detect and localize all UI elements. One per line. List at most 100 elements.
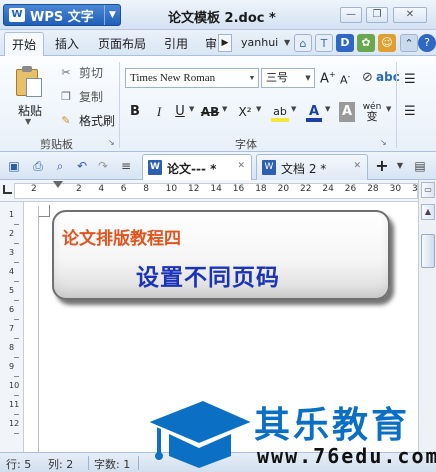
chevron-down-icon[interactable]: ▼ (104, 5, 120, 25)
vertical-ruler-tick (14, 243, 19, 244)
tab-list-icon[interactable]: ▤ (412, 158, 428, 174)
skin-icon[interactable]: ⌂ (294, 34, 312, 52)
document-title: 论文模板 2.doc * (168, 11, 276, 26)
indent-marker-icon[interactable] (53, 181, 63, 188)
vertical-ruler-number: 8 (9, 343, 15, 352)
underline-button[interactable]: U (173, 102, 187, 122)
print-icon[interactable]: ⎙ (30, 158, 46, 174)
print-preview-icon[interactable]: ⌕ (52, 158, 68, 174)
help-icon[interactable]: ? (418, 34, 436, 52)
ruler-number: 22 (300, 184, 312, 194)
copy-button[interactable]: ❐ 复制 (58, 88, 103, 105)
font-group-label: 字体 (235, 138, 257, 151)
chevron-down-icon[interactable]: ▼ (25, 117, 31, 126)
vertical-ruler-tick (14, 262, 19, 263)
watermark-brand-name: 其乐教育 (254, 405, 411, 446)
vertical-ruler-number: 2 (9, 229, 15, 238)
ruler-number: 30 (389, 184, 402, 194)
undo-icon[interactable]: ↶ (74, 158, 90, 174)
forum-icon[interactable]: ✿ (357, 34, 375, 52)
font-name-select[interactable]: Times New Roman ▼ (125, 68, 259, 88)
tab-review[interactable]: 审 (205, 35, 217, 52)
format-painter-button[interactable]: ✎ 格式刷 (58, 112, 115, 129)
minimize-ribbon-icon[interactable]: ⌃ (400, 34, 418, 52)
chevron-down-icon[interactable]: ▼ (284, 38, 290, 47)
close-button[interactable]: ✕ (393, 7, 427, 23)
tab-home[interactable]: 开始 (4, 32, 45, 56)
wps-app-menu-label: WPS 文字 (30, 9, 94, 25)
chevron-down-icon[interactable]: ▼ (302, 69, 314, 87)
paste-icon[interactable] (14, 66, 44, 98)
redo-icon[interactable]: ↷ (95, 158, 111, 174)
doc-tab-document2[interactable]: W 文档 2 * ✕ (256, 154, 368, 180)
chevron-down-icon[interactable]: ▼ (392, 158, 408, 174)
bold-button[interactable]: B (128, 102, 142, 122)
wps-app-menu-button[interactable]: W WPS 文字 ▼ (3, 4, 121, 26)
docer-icon[interactable]: D (336, 34, 354, 52)
doc-tab-thesis[interactable]: W 论文--- * ✕ (142, 154, 252, 180)
tab-references[interactable]: 引用 (164, 35, 188, 52)
grow-font-icon[interactable]: A+ (320, 70, 336, 86)
tab-stop-selector-icon[interactable] (3, 185, 12, 194)
vertical-ruler-number: 1 (9, 210, 15, 219)
word-doc-icon: W (148, 160, 162, 175)
format-painter-label: 格式刷 (79, 114, 116, 128)
ruler-number: 10 (165, 184, 178, 194)
minimize-button[interactable]: — (340, 7, 362, 23)
vertical-ruler-number: 9 (9, 362, 15, 371)
page-margin-line (38, 206, 39, 452)
save-icon[interactable]: ▣ (6, 158, 22, 174)
shrink-font-icon[interactable]: A- (340, 72, 350, 87)
character-shading-button[interactable]: A (339, 102, 355, 122)
vertical-scrollbar[interactable]: ▭ ▲ (418, 180, 436, 452)
tab-page-layout[interactable]: 页面布局 (98, 35, 146, 52)
ruler-number: 14 (210, 184, 222, 194)
restore-button[interactable]: ❐ (366, 7, 388, 23)
dialog-launcher-icon[interactable]: ↘ (380, 138, 387, 147)
align-left-icon[interactable]: ☰ (404, 104, 416, 119)
clipboard-group-label: 剪贴板 (40, 138, 73, 151)
scroll-up-icon[interactable]: ▲ (421, 204, 435, 220)
chevron-down-icon[interactable]: ▼ (189, 105, 194, 113)
tab-insert[interactable]: 插入 (55, 35, 79, 52)
vertical-ruler-tick (14, 376, 19, 377)
customize-toolbar-icon[interactable]: ≡ (118, 158, 134, 174)
dialog-launcher-icon[interactable]: ↘ (108, 138, 115, 147)
close-icon[interactable]: ✕ (353, 161, 361, 171)
font-color-button[interactable]: A (306, 102, 322, 122)
user-center-icon[interactable]: ☺ (378, 34, 396, 52)
vertical-ruler-number: 5 (9, 286, 15, 295)
italic-button[interactable]: I (152, 102, 166, 122)
superscript-button[interactable]: X² (236, 102, 254, 122)
scissors-icon: ✂ (61, 65, 71, 79)
horizontal-ruler[interactable]: 22468101214161820222426283032 (0, 180, 436, 202)
new-tab-icon[interactable]: + (374, 158, 390, 174)
chevron-down-icon[interactable]: ▼ (291, 105, 296, 113)
chevron-down-icon[interactable]: ▼ (325, 105, 330, 113)
vertical-ruler-tick (14, 319, 19, 320)
strikethrough-button[interactable]: AB (200, 102, 220, 122)
bullets-icon[interactable]: ☰ (404, 72, 416, 87)
shirt-icon[interactable]: T (315, 34, 333, 52)
username-label[interactable]: yanhui (241, 36, 278, 49)
doc-tab-label: 论文--- * (167, 162, 217, 176)
phonetic-guide-button[interactable]: wén 变 (360, 102, 384, 122)
chevron-down-icon[interactable]: ▼ (222, 105, 227, 113)
copy-icon: ❐ (61, 89, 71, 103)
ruler-number: 16 (232, 184, 245, 194)
chevron-down-icon[interactable]: ▼ (256, 105, 261, 113)
split-view-icon[interactable]: ▭ (421, 182, 435, 198)
cut-button[interactable]: ✂ 剪切 (58, 64, 103, 81)
clear-format-icon[interactable]: ⊘ (362, 70, 373, 85)
callout-subtitle: 论文排版教程四 (62, 229, 181, 249)
close-icon[interactable]: ✕ (237, 161, 245, 171)
chevron-down-icon[interactable]: ▼ (246, 69, 258, 87)
highlight-button[interactable]: ab (271, 102, 289, 122)
vertical-ruler-number: 4 (9, 267, 15, 276)
ruler-number: 8 (143, 184, 149, 194)
scrollbar-thumb[interactable] (421, 234, 435, 268)
vertical-ruler-tick (14, 300, 19, 301)
chevron-down-icon[interactable]: ▼ (386, 105, 391, 113)
font-size-select[interactable]: 三号 ▼ (261, 68, 315, 88)
chevron-right-icon[interactable]: ▶ (218, 34, 232, 52)
